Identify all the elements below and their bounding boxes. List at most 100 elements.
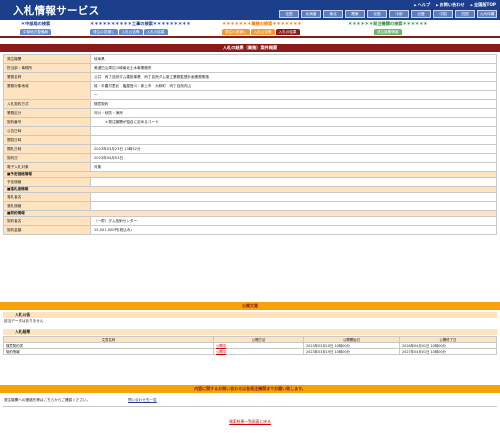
nav-group-title: ＊＊＊＊＊＊＊業務の検索＊＊＊＊＊＊＊ bbox=[222, 21, 302, 26]
detail-value: 美濃白山周辺川崎南北土木事業務所 bbox=[90, 63, 497, 73]
detail-row: 発注機関 岐阜県 bbox=[3, 54, 497, 64]
detail-row: 業務名称 公共 丙丁自然ダム建設事業 丙丁自然ダム施工業務監督計画業務策施 bbox=[3, 72, 497, 82]
notice-empty-text: 該当データはありません bbox=[4, 319, 44, 323]
detail-value bbox=[90, 192, 497, 202]
detail-key: 発注機関 bbox=[3, 54, 91, 64]
detail-value: 2023年03月23日 13時52分 bbox=[90, 144, 497, 154]
detail-key: 予定価格 bbox=[3, 177, 91, 187]
detail-value: 2023年04月03日 bbox=[90, 153, 497, 163]
detail-key: 業務対象地域 bbox=[3, 81, 91, 91]
detail-key: 契約者名 bbox=[3, 216, 91, 226]
region-tab[interactable]: 北陸 bbox=[367, 10, 387, 18]
doc-open-link[interactable]: 公開中 bbox=[216, 344, 226, 348]
region-tab[interactable]: 北海道 bbox=[301, 10, 321, 18]
region-tab[interactable]: 中国 bbox=[433, 10, 453, 18]
detail-row: 落札価格 bbox=[3, 201, 497, 211]
back-to-results-link[interactable]: 検索結果一覧画面に戻る bbox=[0, 419, 500, 425]
detail-key: 公告日時 bbox=[3, 126, 91, 136]
detail-value: （一財）ダム技術センター bbox=[90, 216, 497, 226]
tab-services-results[interactable]: 入札の結果 bbox=[275, 29, 300, 35]
contact-text: 発注機関への連絡先等はこちらからご確認ください。 bbox=[4, 398, 91, 402]
detail-value: ＊発注機関が独自に定めるコード bbox=[90, 117, 497, 127]
detail-row: 公告日時 bbox=[3, 126, 497, 136]
detail-row: 入札契約方式 随意契約 bbox=[3, 99, 497, 109]
site-header: 入札情報サービス ヘルプ お問い合わせ 全国版TOP 全国 北海道 東北 関東 … bbox=[0, 0, 500, 20]
detail-row: 担当部・事務所 美濃白山周辺川崎南北土木事業務所 bbox=[3, 63, 497, 73]
detail-key: 業務区分 bbox=[3, 108, 91, 118]
case-detail-table: 発注機関 岐阜県 担当部・事務所 美濃白山周辺川崎南北土木事業務所 業務名称 公共 丙… bbox=[3, 54, 497, 235]
doc-open-link[interactable]: 公開中 bbox=[216, 350, 226, 354]
detail-value: 対象 bbox=[90, 162, 497, 172]
doc-end: 2027年04月01日 10時00分 bbox=[399, 348, 497, 355]
detail-value: 15,501,000円(税込み) bbox=[90, 225, 497, 235]
table-row: 契約情報 公開中 2023年03月19日 10時00分 2027年04月01日 … bbox=[3, 348, 497, 355]
region-tab[interactable]: 近畿 bbox=[411, 10, 431, 18]
detail-row: 予定価格 bbox=[3, 177, 497, 187]
contact-list-link[interactable]: 問い合わせ先一覧 bbox=[128, 398, 157, 403]
national-top-link[interactable]: 全国版TOP bbox=[471, 2, 496, 8]
detail-key: 入札契約方式 bbox=[3, 99, 91, 109]
tab-services-notices[interactable]: 入札公告等 bbox=[250, 29, 275, 35]
divider bbox=[3, 406, 497, 407]
results-docs-table: 文書名称 公開方法 公開開始日 公開終了日 随意契約書 公開中 2023年03月… bbox=[3, 336, 497, 355]
contact-link[interactable]: お問い合わせ bbox=[436, 2, 464, 8]
detail-row: 契約金額 15,501,000円(税込み) bbox=[3, 225, 497, 235]
region-tab[interactable]: 全国 bbox=[279, 10, 299, 18]
detail-row: 契約日 2023年04月03日 bbox=[3, 153, 497, 163]
detail-value bbox=[90, 135, 497, 145]
nav-group-construction: ＊＊＊＊＊＊＊＊＊＊工事の検索＊＊＊＊＊＊＊＊＊ 発注の見通し 入札公告等 入札… bbox=[90, 21, 191, 35]
tab-chubu-bureau[interactable]: 中部地方整備局 bbox=[20, 29, 52, 35]
detail-row: 落札者名 bbox=[3, 192, 497, 202]
notice-header: 入札公告 bbox=[3, 312, 497, 318]
detail-value bbox=[90, 201, 497, 211]
detail-key: 契約金額 bbox=[3, 225, 91, 235]
tab-agency-info[interactable]: 発注機関情報 bbox=[374, 29, 402, 35]
detail-value: 公共 丙丁自然ダム建設事業 丙丁自然ダム施工業務監督計画業務策施 bbox=[90, 72, 497, 82]
tab-services-outlook[interactable]: 発注の見通し bbox=[222, 29, 250, 35]
detail-key: 落札者名 bbox=[3, 192, 91, 202]
region-tab[interactable]: 中部 bbox=[389, 10, 409, 18]
detail-value: 一 bbox=[90, 90, 497, 100]
detail-key: 開札日時 bbox=[3, 144, 91, 154]
contact-band: 内容に関するお問い合わせは各発注機関までお願い致します。 bbox=[0, 385, 500, 393]
detail-row: 一 bbox=[3, 90, 497, 100]
region-tab[interactable]: 関東 bbox=[345, 10, 365, 18]
tab-construction-outlook[interactable]: 発注の見通し bbox=[90, 29, 118, 35]
detail-row: 業務対象地域 岐・半農付里北 亀屋島川・新上市 大和町 丙丁自然内山 bbox=[3, 81, 497, 91]
detail-value: 随意契約 bbox=[90, 99, 497, 109]
detail-key: 契約日 bbox=[3, 153, 91, 163]
results-header: 入札結果 bbox=[3, 329, 497, 335]
region-tab[interactable]: 九州沖縄 bbox=[477, 10, 497, 18]
tab-construction-notices[interactable]: 入札公告等 bbox=[118, 29, 143, 35]
search-nav: ＊中部局の検索 中部地方整備局 ＊＊＊＊＊＊＊＊＊＊工事の検索＊＊＊＊＊＊＊＊＊… bbox=[0, 20, 500, 36]
detail-row: 電子入札対象 対象 bbox=[3, 162, 497, 172]
doc-name: 契約情報 bbox=[3, 348, 214, 355]
detail-value: 岐阜県 bbox=[90, 54, 497, 64]
doc-start: 2023年03月19日 10時00分 bbox=[303, 348, 400, 355]
detail-value: 岐・半農付里北 亀屋島川・新上市 大和町 丙丁自然内山 bbox=[90, 81, 497, 91]
site-title: 入札情報サービス bbox=[13, 5, 100, 17]
detail-key: 担当部・事務所 bbox=[3, 63, 91, 73]
detail-row: 業務区分 河川・砂防・海岸 bbox=[3, 108, 497, 118]
help-link[interactable]: ヘルプ bbox=[414, 2, 431, 8]
nav-group-agencies: ＊＊＊＊＊＊発注機関の検索＊＊＊＊＊＊ 発注機関情報 bbox=[348, 21, 428, 35]
detail-key: 閲覧日時 bbox=[3, 135, 91, 145]
nav-group-chubu: ＊中部局の検索 中部地方整備局 bbox=[20, 21, 52, 35]
detail-row: 契約者名 （一財）ダム技術センター bbox=[3, 216, 497, 226]
header-links: ヘルプ お問い合わせ 全国版TOP bbox=[414, 2, 496, 8]
detail-key: 電子入札対象 bbox=[3, 162, 91, 172]
detail-key: 落札価格 bbox=[3, 201, 91, 211]
doc-method: 公開中 bbox=[213, 348, 304, 355]
detail-key: 業務名称 bbox=[3, 72, 91, 82]
nav-group-title: ＊中部局の検索 bbox=[20, 21, 51, 26]
detail-key: 契約番号 bbox=[3, 117, 91, 127]
section-title: 入札の結果（業務）案件概要 bbox=[0, 44, 500, 52]
tab-construction-results[interactable]: 入札の結果 bbox=[143, 29, 168, 35]
region-tab[interactable]: 四国 bbox=[455, 10, 475, 18]
region-tab[interactable]: 東北 bbox=[323, 10, 343, 18]
nav-group-title: ＊＊＊＊＊＊＊＊＊＊工事の検索＊＊＊＊＊＊＊＊＊ bbox=[90, 21, 191, 26]
detail-row: 契約番号 ＊発注機関が独自に定めるコード bbox=[3, 117, 497, 127]
nav-group-services: ＊＊＊＊＊＊＊業務の検索＊＊＊＊＊＊＊ 発注の見通し 入札公告等 入札の結果 bbox=[222, 21, 302, 35]
detail-row: 開札日時 2023年03月23日 13時52分 bbox=[3, 144, 497, 154]
detail-key bbox=[3, 90, 91, 100]
